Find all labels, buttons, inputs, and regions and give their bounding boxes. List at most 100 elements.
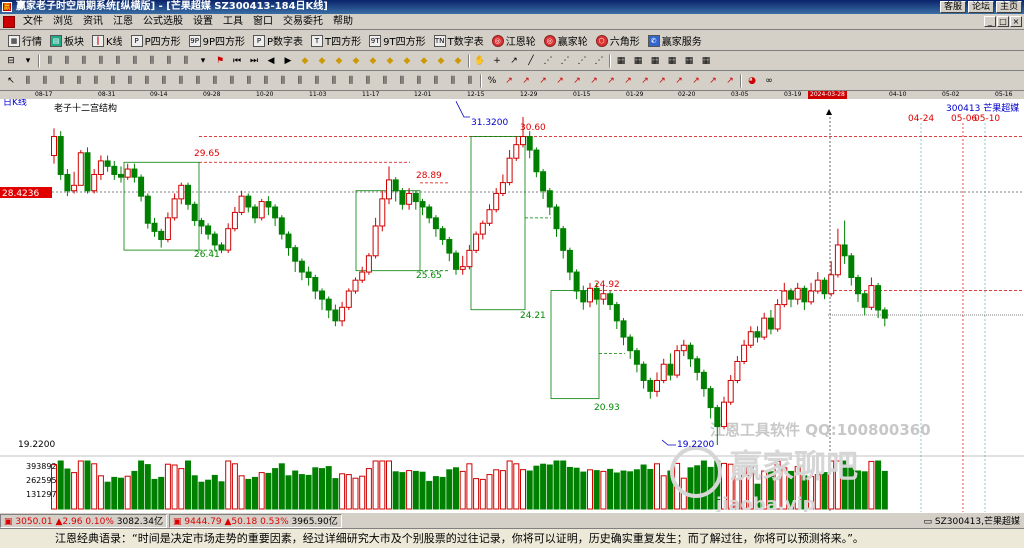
grid-icon[interactable]: ▦ [631,54,645,68]
bars-icon[interactable]: ⫼ [106,74,120,88]
chart-up-icon[interactable]: ↗ [655,74,669,88]
percent-icon[interactable]: % [485,74,499,88]
chart-up-icon[interactable]: ↗ [706,74,720,88]
bars-icon[interactable]: ⫼ [174,74,188,88]
bars-icon[interactable]: ⫼ [77,54,91,68]
hexagon-button[interactable]: ⬡ 六角形 [592,32,644,49]
bars-icon[interactable]: ⫼ [344,74,358,88]
diamond-icon[interactable]: ◆ [315,54,329,68]
diamond-icon[interactable]: ◆ [451,54,465,68]
grid-icon[interactable]: ▦ [648,54,662,68]
diamond-icon[interactable]: ◆ [298,54,312,68]
first-icon[interactable]: ⏮ [230,54,244,68]
crosshair-icon[interactable]: + [490,54,504,68]
bars-icon[interactable]: ⫼ [111,54,125,68]
close-icon[interactable]: × [1010,16,1022,27]
bars-icon[interactable]: ⫼ [145,54,159,68]
chart-up-icon[interactable]: ↗ [587,74,601,88]
arrow-up-right-icon[interactable]: ↗ [507,54,521,68]
last-icon[interactable]: ⏭ [247,54,261,68]
chart-up-icon[interactable]: ↗ [570,74,584,88]
chart-up-icon[interactable]: ↗ [689,74,703,88]
document-icon[interactable] [3,15,15,28]
bars-icon[interactable]: ⫼ [162,54,176,68]
menu-window[interactable]: 窗口 [248,14,278,29]
bars-icon[interactable]: ⫼ [21,74,35,88]
menu-formula[interactable]: 公式选股 [138,14,188,29]
fan-icon[interactable]: ⋰ [558,54,572,68]
grid-icon[interactable]: ▦ [614,54,628,68]
kline-button[interactable]: ┃ K线 [88,32,127,49]
p-table-button[interactable]: P P数字表 [249,32,307,49]
bars-icon[interactable]: ⫼ [94,54,108,68]
diamond-icon[interactable]: ◆ [400,54,414,68]
bars-icon[interactable]: ⫼ [259,74,273,88]
bars-icon[interactable]: ⫼ [208,74,222,88]
hand-icon[interactable]: ✋ [473,54,487,68]
dropdown-arrow-icon[interactable]: ▾ [21,54,35,68]
9t-square-button[interactable]: 9T 9T四方形 [365,32,429,49]
diamond-icon[interactable]: ◆ [434,54,448,68]
chart-up-icon[interactable]: ↗ [502,74,516,88]
bars-icon[interactable]: ⫼ [293,74,307,88]
grid-icon[interactable]: ▦ [665,54,679,68]
chart-up-icon[interactable]: ↗ [638,74,652,88]
homepage-link-button[interactable]: 主页 [995,1,1022,13]
t-square-button[interactable]: T T四方形 [307,32,365,49]
gann-wheel-button[interactable]: ◎ 江恩轮 [488,32,540,49]
chart-up-icon[interactable]: ↗ [536,74,550,88]
service-button[interactable]: ✆ 赢家服务 [644,32,706,49]
diamond-icon[interactable]: ◆ [417,54,431,68]
menu-tools[interactable]: 工具 [218,14,248,29]
sh-index-cell[interactable]: ▣ 3050.01 ▲2.96 0.10% 3082.34亿 [0,513,168,528]
menu-trade[interactable]: 交易委托 [278,14,328,29]
bars-icon[interactable]: ⫼ [242,74,256,88]
chart-up-icon[interactable]: ↗ [723,74,737,88]
chart-up-icon[interactable]: ↗ [621,74,635,88]
bars-icon[interactable]: ⫼ [123,74,137,88]
menu-gann[interactable]: 江恩 [108,14,138,29]
grid-icon[interactable]: ▦ [682,54,696,68]
bars-icon[interactable]: ⫼ [157,74,171,88]
quotes-button[interactable]: ▦ 行情 [4,32,46,49]
bars-icon[interactable]: ⫼ [429,74,443,88]
menu-file[interactable]: 文件 [18,14,48,29]
bars-icon[interactable]: ⫼ [276,74,290,88]
menu-help[interactable]: 帮助 [328,14,358,29]
diamond-icon[interactable]: ◆ [332,54,346,68]
bars-icon[interactable]: ⫼ [395,74,409,88]
service-link-button[interactable]: 客服 [939,1,966,13]
bars-icon[interactable]: ⫼ [38,74,52,88]
fan-icon[interactable]: ⋰ [575,54,589,68]
flag-icon[interactable]: ⚑ [213,54,227,68]
bars-icon[interactable]: ⫼ [89,74,103,88]
diamond-icon[interactable]: ◆ [383,54,397,68]
sectors-button[interactable]: ▤ 板块 [46,32,88,49]
layout-icon[interactable]: ⊟ [4,54,18,68]
grid-icon[interactable]: ▦ [699,54,713,68]
bars-icon[interactable]: ⫼ [225,74,239,88]
dropdown-arrow-icon[interactable]: ▾ [196,54,210,68]
bars-icon[interactable]: ⫼ [463,74,477,88]
bars-icon[interactable]: ⫼ [378,74,392,88]
right-arrow-icon[interactable]: ▶ [281,54,295,68]
forum-link-button[interactable]: 论坛 [967,1,994,13]
bars-icon[interactable]: ⫼ [43,54,57,68]
winner-wheel-button[interactable]: ◎ 赢家轮 [540,32,592,49]
menu-settings[interactable]: 设置 [188,14,218,29]
bars-icon[interactable]: ⫼ [412,74,426,88]
bars-icon[interactable]: ⫼ [361,74,375,88]
minimize-icon[interactable]: _ [984,16,996,27]
bars-icon[interactable]: ⫼ [140,74,154,88]
bars-icon[interactable]: ⫼ [179,54,193,68]
chart-up-icon[interactable]: ↗ [519,74,533,88]
bars-icon[interactable]: ⫼ [60,54,74,68]
diamond-icon[interactable]: ◆ [366,54,380,68]
bars-icon[interactable]: ⫼ [128,54,142,68]
diamond-icon[interactable]: ◆ [349,54,363,68]
chart-up-icon[interactable]: ↗ [604,74,618,88]
sz-index-cell[interactable]: ▣ 9444.79 ▲50.18 0.53% 3965.90亿 [169,513,342,528]
chart-up-icon[interactable]: ↗ [672,74,686,88]
bars-icon[interactable]: ⫼ [310,74,324,88]
bars-icon[interactable]: ⫼ [72,74,86,88]
